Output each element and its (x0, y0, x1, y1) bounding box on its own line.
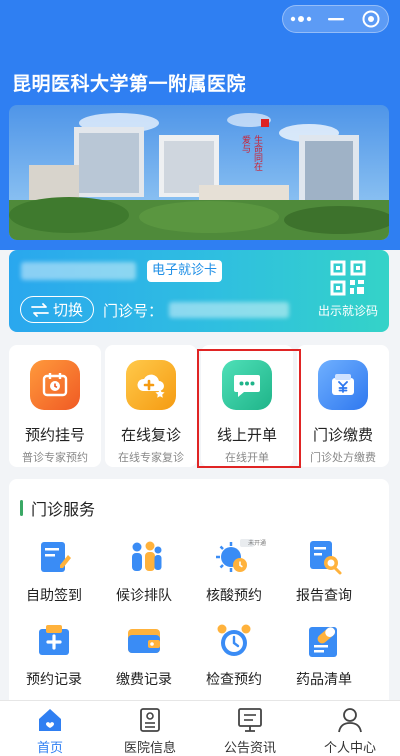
report-search-icon (310, 541, 342, 575)
close-target-icon[interactable] (353, 6, 388, 32)
service-label: 缴费记录 (116, 672, 172, 688)
switch-arrows-icon (31, 302, 49, 317)
service-self-checkin[interactable]: 自助签到 (9, 537, 99, 607)
patient-name-redacted (21, 262, 136, 280)
quick-sub: 门诊处方缴费 (310, 451, 376, 464)
section-title-marker (20, 500, 23, 516)
switch-label: 切换 (52, 301, 83, 319)
quick-label: 预约挂号 (24, 426, 85, 444)
show-qr-label: 出示就诊码 (317, 304, 378, 318)
yen-wallet-icon (318, 360, 368, 410)
page-title: 昆明医科大学第一附属医院 (12, 73, 247, 95)
hospital-banner[interactable]: 爱与 生命同在 (9, 105, 389, 240)
service-exam-booking[interactable]: 检查预约 (189, 621, 279, 691)
tab-hospital-info[interactable]: 医院信息 (100, 701, 200, 756)
quick-sub: 普诊专家预约 (22, 451, 88, 464)
tab-label: 医院信息 (123, 741, 176, 756)
outpatient-services-panel: 门诊服务 自助签到 候诊排队 核酸预约 未开通 报告查询 预约记录 缴费记录 检… (9, 479, 389, 709)
service-label: 候诊排队 (116, 588, 172, 604)
medicine-list-icon (309, 627, 337, 657)
quick-action-online-order[interactable]: 线上开单 在线开单 (201, 345, 293, 467)
show-qr-button[interactable]: 出示就诊码 (313, 260, 383, 326)
tab-label: 公告资讯 (223, 741, 276, 756)
service-label: 核酸预约 (206, 588, 262, 604)
service-payment-records[interactable]: 缴费记录 (99, 621, 189, 691)
service-report-query[interactable]: 报告查询 (279, 537, 369, 607)
alarm-clock-icon (217, 624, 251, 656)
tab-label: 个人中心 (323, 741, 376, 756)
service-nucleic-acid-booking[interactable]: 核酸预约 未开通 (189, 537, 279, 607)
not-enabled-badge: 未开通 (248, 540, 267, 547)
sign-in-doc-icon (41, 542, 71, 572)
quick-label: 在线复诊 (120, 426, 181, 444)
tab-personal-center[interactable]: 个人中心 (300, 701, 400, 756)
service-medicine-list[interactable]: 药品清单 (279, 621, 369, 691)
service-label: 药品清单 (296, 672, 352, 688)
service-label: 自助签到 (26, 588, 82, 604)
quick-label: 线上开单 (216, 426, 277, 444)
e-card-tag: 电子就诊卡 (147, 260, 223, 282)
miniprogram-capsule (282, 5, 389, 33)
hospital-info-icon (140, 708, 160, 732)
service-label: 预约记录 (26, 672, 82, 688)
quick-label: 门诊缴费 (312, 426, 373, 444)
more-menu-icon[interactable] (283, 6, 318, 32)
service-appointment-records[interactable]: 预约记录 (9, 621, 99, 691)
svg-text:生命同在: 生命同在 (252, 134, 263, 171)
tab-label: 首页 (36, 741, 63, 756)
chat-dots-icon (222, 360, 272, 410)
service-label: 报告查询 (296, 588, 352, 604)
patient-card[interactable]: 电子就诊卡 切换 门诊号： 出示就诊码 (9, 250, 389, 332)
switch-card-button[interactable]: 切换 (20, 296, 94, 323)
cloud-plus-icon (126, 360, 176, 410)
person-icon (338, 708, 362, 733)
quick-sub: 在线开单 (225, 451, 269, 464)
svg-text:爱与: 爱与 (240, 135, 251, 154)
payment-wallet-icon (128, 629, 160, 653)
notice-board-icon (238, 708, 262, 732)
calendar-clock-icon (30, 360, 80, 410)
service-waiting-queue[interactable]: 候诊排队 (99, 537, 189, 607)
quick-action-appointment[interactable]: 预约挂号 普诊专家预约 (9, 345, 101, 467)
tab-announcements[interactable]: 公告资讯 (200, 701, 300, 756)
medical-record-icon (39, 625, 69, 655)
queue-people-icon (132, 541, 162, 571)
minimize-icon[interactable] (318, 6, 353, 32)
service-label: 检查预约 (206, 672, 262, 688)
qr-code-icon (330, 260, 366, 296)
section-title: 门诊服务 (20, 496, 95, 520)
tab-home[interactable]: 首页 (0, 701, 100, 756)
quick-action-outpatient-payment[interactable]: 门诊缴费 门诊处方缴费 (297, 345, 389, 467)
section-title-text: 门诊服务 (31, 500, 96, 519)
outpatient-number-redacted (169, 302, 289, 318)
quick-action-online-revisit[interactable]: 在线复诊 在线专家复诊 (105, 345, 197, 467)
bottom-tab-bar: 首页 医院信息 公告资讯 个人中心 (0, 700, 400, 756)
home-icon (39, 709, 61, 731)
outpatient-number-label: 门诊号： (103, 302, 164, 320)
quick-sub: 在线专家复诊 (118, 451, 184, 464)
